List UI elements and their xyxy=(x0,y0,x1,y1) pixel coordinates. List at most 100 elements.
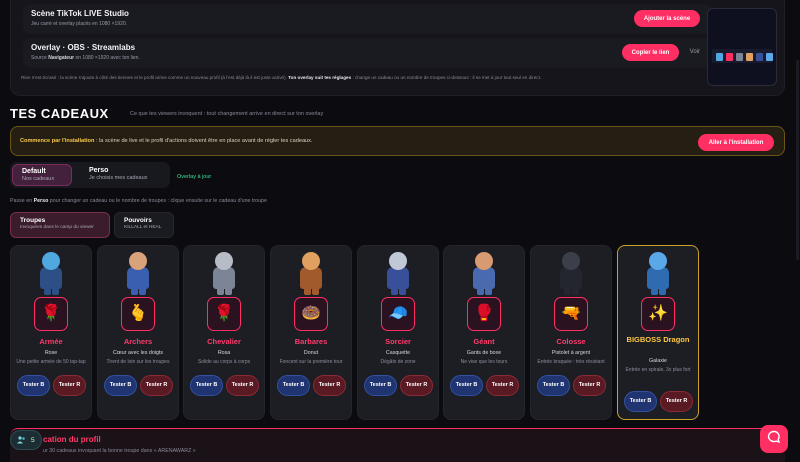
troop-gift: Rose xyxy=(44,350,58,356)
gift-glyph: 🥊 xyxy=(474,305,494,322)
troop-card[interactable]: 🫰 Archers Cœur avec les doigts Tirent de… xyxy=(97,245,179,420)
note-bold: Ton overlay suit tes réglages xyxy=(288,75,352,80)
chat-button[interactable] xyxy=(760,425,788,453)
boxing-gloves-icon[interactable]: 🥊 xyxy=(467,297,501,331)
troop-head xyxy=(129,252,147,270)
tab-perso-label: Perso xyxy=(89,167,109,174)
gift-glyph: ✨ xyxy=(648,305,668,322)
test-blue-button[interactable]: Tester B xyxy=(190,375,223,396)
troop-figure xyxy=(641,250,675,296)
tab-perso[interactable]: Perso Je choisis mes cadeaux xyxy=(80,164,166,186)
troop-name: Géant xyxy=(473,337,495,346)
scene-subtitle: Jeu carré et overlay placés en 1080 ×192… xyxy=(31,21,128,27)
viewers-pill[interactable]: 5 xyxy=(10,430,42,450)
troop-description: Tirent de loin sur les troupes xyxy=(106,359,170,365)
troop-gift: Casquette xyxy=(385,350,411,356)
tab-pouvoirs[interactable]: Pouvoirs KILLALL et HEAL xyxy=(114,212,174,238)
test-blue-button[interactable]: Tester B xyxy=(364,375,397,396)
troop-head xyxy=(215,252,233,270)
tab-troupes[interactable]: Troupes Invoquées dans le camp du viewer xyxy=(10,212,110,238)
troop-card-boss[interactable]: ✨ BIGBOSS Dragon Galaxie Entrée en spira… xyxy=(617,245,699,420)
overlay-row: Overlay · OBS · Streamlabs Source Naviga… xyxy=(23,38,713,68)
troop-description: Foncent sur la première tour xyxy=(279,359,343,365)
test-blue-button[interactable]: Tester B xyxy=(450,375,483,396)
tab-default-label: Default xyxy=(22,168,46,175)
troop-card[interactable]: 🔫 Colosse Pistolet à argent Entrée braqu… xyxy=(530,245,612,420)
preview-unit-icon xyxy=(756,53,763,61)
test-red-button[interactable]: Tester R xyxy=(140,375,173,396)
tab-default[interactable]: Default Nos cadeaux xyxy=(12,164,72,186)
troop-gift: Gants de boxe xyxy=(466,350,502,356)
troop-figure xyxy=(294,250,328,296)
test-blue-button[interactable]: Tester B xyxy=(17,375,50,396)
overlay-subtitle: Source Navigateur en 1080 ×1920 avec ton… xyxy=(31,55,140,61)
gift-glyph: 🔫 xyxy=(561,305,581,322)
troop-figure xyxy=(207,250,241,296)
galaxy-icon[interactable]: ✨ xyxy=(641,297,675,331)
troop-name: Archers xyxy=(123,337,153,346)
preview-unit-icon xyxy=(746,53,753,61)
troop-description: Entrée braquée : très résistant xyxy=(537,359,605,365)
troop-gift: Rosa xyxy=(217,350,231,356)
profile-install-title: cation du profil xyxy=(43,435,101,444)
troop-card[interactable]: 🌹 Armée Rose Une petite armée de 50 tap-… xyxy=(10,245,92,420)
gift-glyph: 🫰 xyxy=(128,305,148,322)
troop-head xyxy=(389,252,407,270)
tab-perso-sub: Je choisis mes cadeaux xyxy=(89,175,148,181)
troop-card[interactable]: 🥊 Géant Gants de boxe Ne vise que les to… xyxy=(443,245,525,420)
test-red-button[interactable]: Tester R xyxy=(226,375,259,396)
preview-unit-icon xyxy=(736,53,743,61)
setup-panel: Scène TikTok LIVE Studio Jeu carré et ov… xyxy=(10,0,785,96)
troop-body xyxy=(213,267,235,289)
test-blue-button[interactable]: Tester B xyxy=(537,375,570,396)
rose-icon[interactable]: 🌹 xyxy=(34,297,68,331)
gift-glyph: 🌹 xyxy=(41,305,61,322)
add-scene-button[interactable]: Ajouter la scène xyxy=(634,10,700,27)
category-tabs: Troupes Invoquées dans le camp du viewer… xyxy=(10,211,174,239)
donut-icon[interactable]: 🍩 xyxy=(294,297,328,331)
troop-description: Ne vise que les tours xyxy=(460,359,508,365)
overlay-preview-thumbnail[interactable] xyxy=(707,8,777,86)
troop-card[interactable]: 🌹 Chevalier Rosa Solide au corps à corps… xyxy=(183,245,265,420)
rose-icon[interactable]: 🌹 xyxy=(207,297,241,331)
test-red-button[interactable]: Tester R xyxy=(573,375,606,396)
users-icon xyxy=(17,436,26,444)
test-red-button[interactable]: Tester R xyxy=(400,375,433,396)
page-scrollbar[interactable] xyxy=(796,60,799,260)
overlay-status: Overlay à jour xyxy=(177,174,212,180)
troop-name: Barbares xyxy=(294,337,328,346)
troop-body xyxy=(473,267,495,289)
troop-body xyxy=(300,267,322,289)
test-red-button[interactable]: Tester R xyxy=(53,375,86,396)
troop-card[interactable]: 🧢 Sorcier Casquette Dégâts de zone Teste… xyxy=(357,245,439,420)
setup-note: Rien n'est écrasé : la scène s'ajoute à … xyxy=(21,75,541,80)
gift-mode-tabs: Default Nos cadeaux Perso Je choisis mes… xyxy=(10,162,170,188)
preview-unit-icon xyxy=(716,53,723,61)
tab-troupes-sub: Invoquées dans le camp du viewer xyxy=(20,225,94,230)
test-red-button[interactable]: Tester R xyxy=(486,375,519,396)
go-to-install-button[interactable]: Aller à l'installation xyxy=(698,134,774,151)
scene-row: Scène TikTok LIVE Studio Jeu carré et ov… xyxy=(23,4,713,34)
money-gun-icon[interactable]: 🔫 xyxy=(554,297,588,331)
view-link[interactable]: Voir xyxy=(690,49,700,55)
copy-link-button[interactable]: Copier le lien xyxy=(622,44,679,61)
test-blue-button[interactable]: Tester B xyxy=(277,375,310,396)
install-banner-bold: Commence par l'installation xyxy=(20,138,95,144)
cap-icon[interactable]: 🧢 xyxy=(381,297,415,331)
note-prefix: Rien n'est écrasé : la scène s'ajoute à … xyxy=(21,75,287,80)
troop-head xyxy=(649,252,667,270)
troop-body xyxy=(387,267,409,289)
troop-card[interactable]: 🍩 Barbares Donut Foncent sur la première… xyxy=(270,245,352,420)
test-blue-button[interactable]: Tester B xyxy=(624,391,657,412)
test-red-button[interactable]: Tester R xyxy=(313,375,346,396)
gift-glyph: 🧢 xyxy=(388,305,408,322)
hint-suffix: pour changer un cadeau ou le nombre de t… xyxy=(49,198,267,204)
test-red-button[interactable]: Tester R xyxy=(660,391,693,412)
troop-name: BIGBOSS Dragon xyxy=(626,335,690,344)
gift-glyph: 🍩 xyxy=(301,305,321,322)
overlay-sub-suffix: en 1080 ×1920 avec ton lien. xyxy=(75,55,140,61)
test-blue-button[interactable]: Tester B xyxy=(104,375,137,396)
install-banner-message: : la scène de live et le profil d'action… xyxy=(95,138,313,144)
troop-description: Une petite armée de 50 tap-tap xyxy=(16,359,86,365)
finger-heart-icon[interactable]: 🫰 xyxy=(121,297,155,331)
